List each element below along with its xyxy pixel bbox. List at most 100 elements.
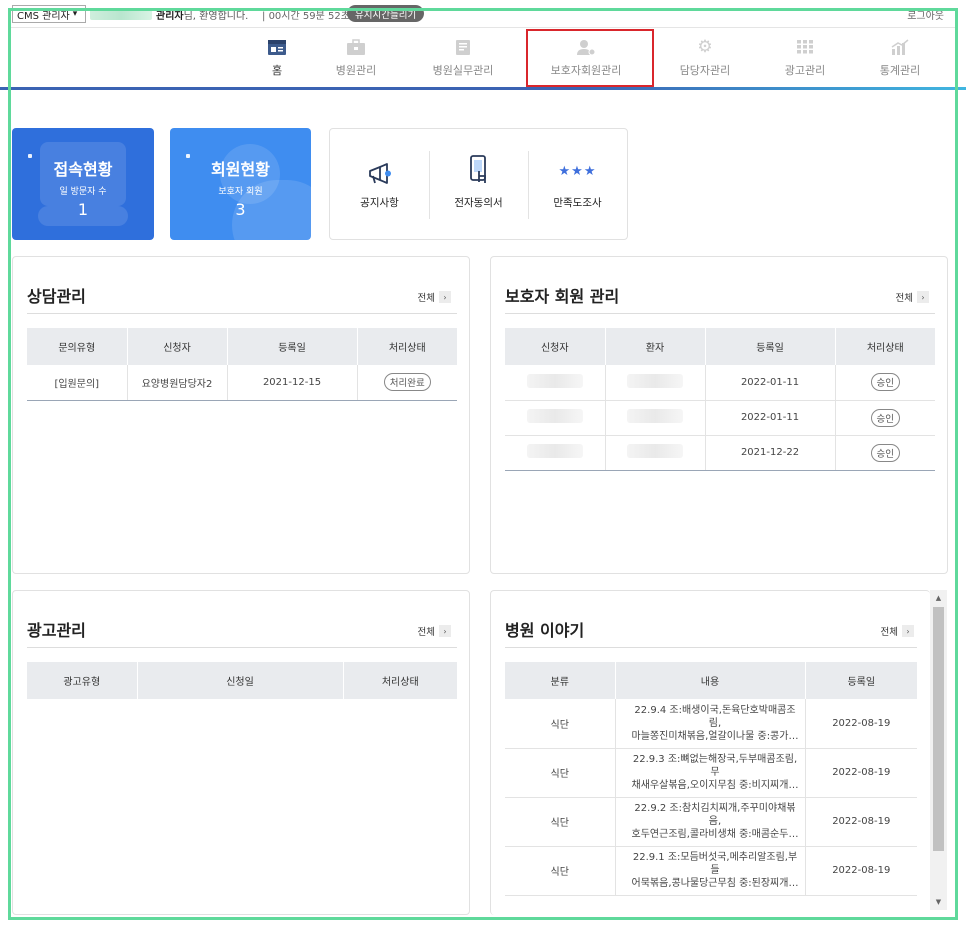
grid-icon [794, 38, 816, 56]
story-more-link[interactable]: 전체 › [881, 624, 914, 638]
role-select[interactable]: CMS 관리자 ▾ [12, 5, 86, 23]
access-stat-value: 1 [77, 200, 89, 219]
nav-hospital-work[interactable]: 병원실무관리 [428, 38, 498, 78]
cell-date: 2022-01-11 [705, 400, 836, 436]
chevron-down-icon: ▾ [72, 9, 78, 19]
gear-icon: ⚙ [697, 36, 713, 57]
nav-stats[interactable]: 통계관리 [876, 38, 924, 78]
nav-home[interactable]: 홈 [262, 38, 292, 78]
col-inquiry-type: 문의유형 [27, 328, 128, 365]
blurred-name [526, 444, 583, 458]
quick-notice[interactable]: 공지사항 [330, 129, 429, 239]
cell-content: 22.9.2 조:참치김치찌개,주꾸미야채볶음, 호두연근조림,콜라비생채 중:매… [615, 797, 806, 847]
cell-date: 2021-12-15 [227, 365, 358, 401]
table-row[interactable]: 식단 22.9.1 조:모듬버섯국,메추리알조림,부들 어묵볶음,콩나물당근무침 … [505, 846, 917, 896]
main-nav: 홈 병원관리 병원실무관리 보호자회원관리 ⚙ 담당자관리 광고관리 통계관리 [0, 38, 966, 86]
table-row[interactable]: 2021-12-22 승인 [505, 435, 935, 471]
nav-staff[interactable]: ⚙ 담당자관리 [676, 38, 734, 78]
guardian-table: 신청자 환자 등록일 처리상태 2022-01-11 승인 2022-01-11… [505, 328, 935, 471]
nav-guardian-members[interactable]: 보호자회원관리 [545, 38, 627, 78]
col-applicant: 신청자 [127, 328, 228, 365]
welcome-text: 관리자님, 환영합니다. [156, 11, 249, 22]
stars-icon: ★★★ [558, 164, 597, 179]
story-panel: 병원 이야기 전체 › 분류 내용 등록일 식단 22.9.4 조:배생이국,돈육… [490, 590, 930, 915]
status-badge: 승인 [870, 443, 900, 462]
cell-date: 2022-01-11 [705, 365, 836, 401]
consult-more-link[interactable]: 전체 › [418, 290, 451, 304]
col-ad-type: 광고유형 [27, 662, 138, 699]
quick-survey[interactable]: ★★★ 만족도조사 [528, 129, 627, 239]
cell-category: 식단 [505, 699, 616, 749]
cell-patient [605, 400, 706, 436]
story-table: 분류 내용 등록일 식단 22.9.4 조:배생이국,돈육단호박매콤조림, 마늘쫑… [505, 662, 917, 896]
table-row[interactable]: 2022-01-11 승인 [505, 400, 935, 436]
briefcase-icon [345, 38, 367, 56]
table-row[interactable]: 2022-01-11 승인 [505, 365, 935, 401]
nav-ads[interactable]: 광고관리 [782, 38, 828, 78]
cell-inquiry-type: [입원문의] [27, 365, 128, 401]
cell-patient [605, 365, 706, 401]
access-stat-title: 접속현황 [53, 160, 113, 179]
chart-icon [889, 38, 911, 56]
guardian-more-link[interactable]: 전체 › [896, 290, 929, 304]
nav-hospital-label: 병원관리 [335, 64, 377, 77]
session-timer: | 00시간 59분 52초 [262, 11, 350, 22]
role-select-value: CMS 관리자 [17, 10, 70, 22]
member-stat-sub: 보호자 회원 [218, 187, 263, 197]
table-header-row: 신청자 환자 등록일 처리상태 [505, 328, 935, 365]
table-header-row: 광고유형 신청일 처리상태 [27, 662, 457, 699]
guardian-panel: 보호자 회원 관리 전체 › 신청자 환자 등록일 처리상태 2022-01-11… [490, 256, 948, 574]
extend-session-button[interactable]: 유지시간늘리기 [347, 5, 425, 22]
user-gear-icon [575, 38, 597, 56]
guardian-panel-title: 보호자 회원 관리 [505, 287, 620, 306]
quick-notice-label: 공지사항 [360, 196, 399, 209]
col-date: 등록일 [805, 662, 917, 699]
cell-status: 승인 [835, 365, 935, 401]
cell-patient [605, 435, 706, 471]
table-row[interactable]: 식단 22.9.2 조:참치김치찌개,주꾸미야채볶음, 호두연근조림,콜라비생채 … [505, 797, 917, 847]
table-row[interactable]: 식단 22.9.3 조:뼈없는해장국,두부매콤조림,무 채새우살볶음,오이지무침 … [505, 748, 917, 798]
ads-more-link[interactable]: 전체 › [418, 624, 451, 638]
blurred-name [627, 444, 683, 458]
ads-panel-title: 광고관리 [27, 621, 86, 640]
home-icon [266, 38, 288, 56]
phone-touch-icon [468, 154, 490, 185]
scroll-up-arrow-icon[interactable]: ▲ [930, 590, 947, 606]
nav-home-label: 홈 [271, 64, 283, 77]
cell-content: 22.9.1 조:모듬버섯국,메추리알조림,부들 어묵볶음,콩나물당근무침 중:된… [615, 846, 806, 896]
access-stat-sub: 일 방문자 수 [59, 187, 107, 197]
panel-divider [505, 647, 917, 648]
table-row[interactable]: 식단 22.9.4 조:배생이국,돈육단호박매콤조림, 마늘쫑진미채볶음,얼갈이나… [505, 699, 917, 749]
col-status: 처리상태 [835, 328, 935, 365]
member-stat-value: 3 [235, 200, 246, 219]
col-status: 처리상태 [343, 662, 457, 699]
nav-hospital[interactable]: 병원관리 [330, 38, 382, 78]
panel-divider [27, 313, 457, 314]
member-stat-card[interactable]: 회원현황 보호자 회원 3 [170, 128, 311, 240]
ads-panel: 광고관리 전체 › 광고유형 신청일 처리상태 [12, 590, 470, 915]
blurred-username [90, 8, 152, 20]
consult-panel: 상담관리 전체 › 문의유형 신청자 등록일 처리상태 [입원문의] 요양병원담당… [12, 256, 470, 574]
nav-hospital-work-label: 병원실무관리 [432, 64, 494, 77]
page-scrollbar[interactable]: ▲ ▼ [930, 590, 947, 910]
status-badge: 처리완료 [383, 373, 431, 392]
chevron-right-icon: › [439, 291, 451, 303]
col-date: 등록일 [227, 328, 358, 365]
scrollbar-thumb[interactable] [933, 607, 944, 851]
ads-table: 광고유형 신청일 처리상태 [27, 662, 457, 699]
quick-consent[interactable]: 전자동의서 [429, 129, 528, 239]
cell-category: 식단 [505, 797, 616, 847]
table-header-row: 문의유형 신청자 등록일 처리상태 [27, 328, 457, 365]
access-stat-card[interactable]: 접속현황 일 방문자 수 1 [12, 128, 154, 240]
scroll-down-arrow-icon[interactable]: ▼ [930, 894, 947, 910]
megaphone-icon [367, 159, 393, 185]
cell-applicant [505, 400, 606, 436]
nav-guardian-members-label: 보호자회원관리 [550, 64, 622, 77]
topbar-divider [10, 27, 956, 28]
blurred-name [526, 409, 583, 423]
logout-link[interactable]: 로그아웃 [907, 7, 944, 22]
story-panel-title: 병원 이야기 [505, 621, 585, 640]
table-row[interactable]: [입원문의] 요양병원담당자2 2021-12-15 처리완료 [27, 365, 457, 401]
quick-links: 공지사항 전자동의서 ★★★ 만족도조사 [329, 128, 628, 240]
cell-status: 승인 [835, 400, 935, 436]
